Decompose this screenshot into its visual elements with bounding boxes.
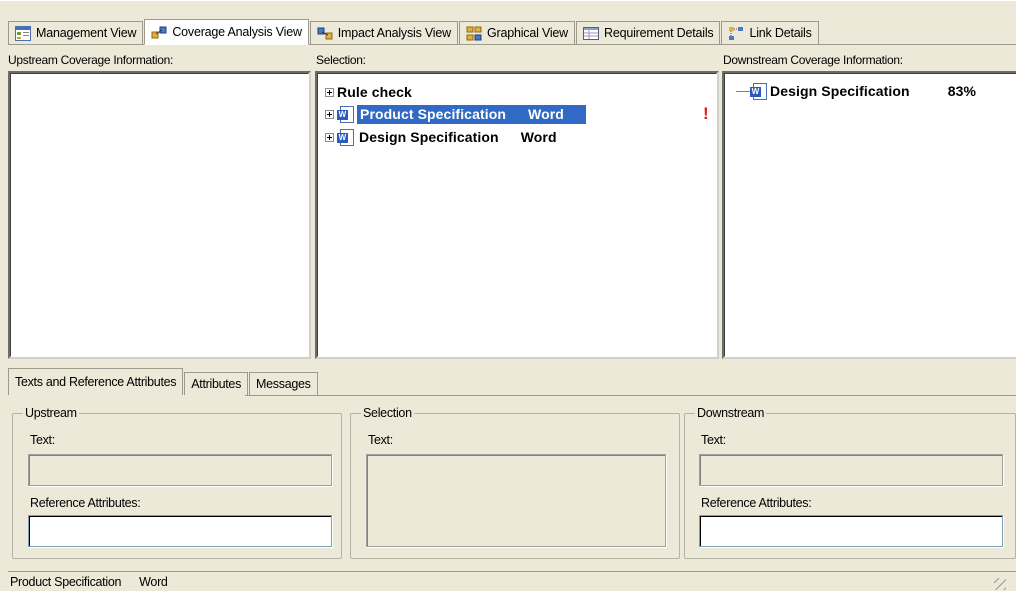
tab-coverage-analysis-view[interactable]: Coverage Analysis View — [144, 19, 309, 45]
tab-management-view[interactable]: Management View — [8, 21, 144, 44]
downstream-reference-attributes-field[interactable] — [699, 515, 1003, 547]
tree-item-label: Rule check — [337, 84, 412, 100]
upstream-reference-attributes-field[interactable] — [28, 515, 332, 547]
upstream-text-field[interactable] — [28, 454, 332, 486]
tab-label: Coverage Analysis View — [172, 25, 302, 39]
link-details-icon — [728, 26, 744, 41]
tab-label: Graphical View — [486, 26, 569, 40]
upstream-text-label: Text: — [30, 433, 55, 447]
downstream-text-label: Text: — [701, 433, 726, 447]
details-tab-strip: Texts and Reference Attributes Attribute… — [8, 367, 319, 395]
tree-item-type: Word — [528, 106, 564, 122]
status-item-name: Product Specification — [10, 575, 122, 589]
view-tab-strip: Management View Coverage Analysis View I… — [8, 19, 1016, 45]
tab-baseline — [245, 395, 1016, 396]
impact-analysis-icon — [317, 26, 333, 41]
upstream-coverage-pane[interactable] — [8, 71, 311, 359]
tree-item-product-specification[interactable]: W Product Specification Word — [325, 104, 586, 124]
coverage-percent: 83% — [947, 83, 977, 99]
tab-requirement-details[interactable]: Requirement Details — [576, 21, 721, 44]
downstream-coverage-pane[interactable]: W Design Specification 83% — [722, 71, 1016, 359]
upstream-reference-attributes-label: Reference Attributes: — [30, 496, 141, 510]
word-document-icon: W — [337, 105, 355, 123]
word-document-icon: W — [750, 82, 768, 100]
status-bar: Product Specification Word — [8, 571, 1016, 591]
upstream-header: Upstream Coverage Information: — [8, 53, 174, 67]
downstream-item-design-specification[interactable]: W Design Specification 83% — [750, 81, 976, 101]
expand-icon[interactable] — [325, 109, 334, 119]
management-view-icon — [15, 25, 31, 41]
main-window: Management View Coverage Analysis View I… — [0, 0, 1016, 591]
group-legend: Upstream — [23, 406, 79, 420]
tab-label: Link Details — [749, 26, 812, 40]
tab-attributes[interactable]: Attributes — [184, 372, 249, 395]
expand-icon[interactable] — [325, 132, 334, 142]
tree-item-label: Design Specification — [359, 129, 499, 145]
selection-text-field[interactable] — [366, 454, 666, 547]
tab-impact-analysis-view[interactable]: Impact Analysis View — [309, 21, 458, 44]
downstream-header: Downstream Coverage Information: — [723, 53, 903, 67]
tree-item-label: Product Specification — [360, 106, 507, 122]
downstream-reference-attributes-label: Reference Attributes: — [701, 496, 812, 510]
tab-graphical-view[interactable]: Graphical View — [458, 21, 576, 44]
word-document-icon: W — [337, 128, 355, 146]
resize-grip-icon[interactable] — [994, 578, 1006, 590]
selection-text-label: Text: — [368, 433, 393, 447]
selection-header: Selection: — [316, 53, 366, 67]
tree-connector — [736, 91, 750, 92]
tab-label: Requirement Details — [604, 26, 714, 40]
tab-link-details[interactable]: Link Details — [721, 21, 819, 44]
tree-item-type: Word — [520, 129, 557, 145]
tree-item-design-specification[interactable]: W Design Specification Word — [325, 127, 557, 147]
selection-tree-pane[interactable]: Rule check W Product Specification Word … — [315, 71, 719, 359]
graphical-view-icon — [466, 26, 482, 41]
group-legend: Downstream — [695, 406, 767, 420]
tab-messages[interactable]: Messages — [249, 372, 318, 395]
group-legend: Selection — [361, 406, 414, 420]
status-item-type: Word — [139, 575, 168, 589]
tab-texts-and-reference-attributes[interactable]: Texts and Reference Attributes — [8, 368, 184, 395]
selected-item-highlight[interactable]: Product Specification Word — [357, 104, 586, 124]
tree-item-label: Design Specification — [770, 83, 910, 99]
coverage-analysis-icon — [151, 25, 167, 40]
downstream-text-field[interactable] — [699, 454, 1003, 486]
requirement-details-icon — [583, 26, 600, 41]
tree-item-rule-check[interactable]: Rule check — [325, 82, 412, 102]
warning-icon: ! — [703, 104, 709, 123]
tab-label: Management View — [36, 26, 137, 40]
tab-label: Impact Analysis View — [337, 26, 451, 40]
expand-icon[interactable] — [325, 87, 334, 97]
